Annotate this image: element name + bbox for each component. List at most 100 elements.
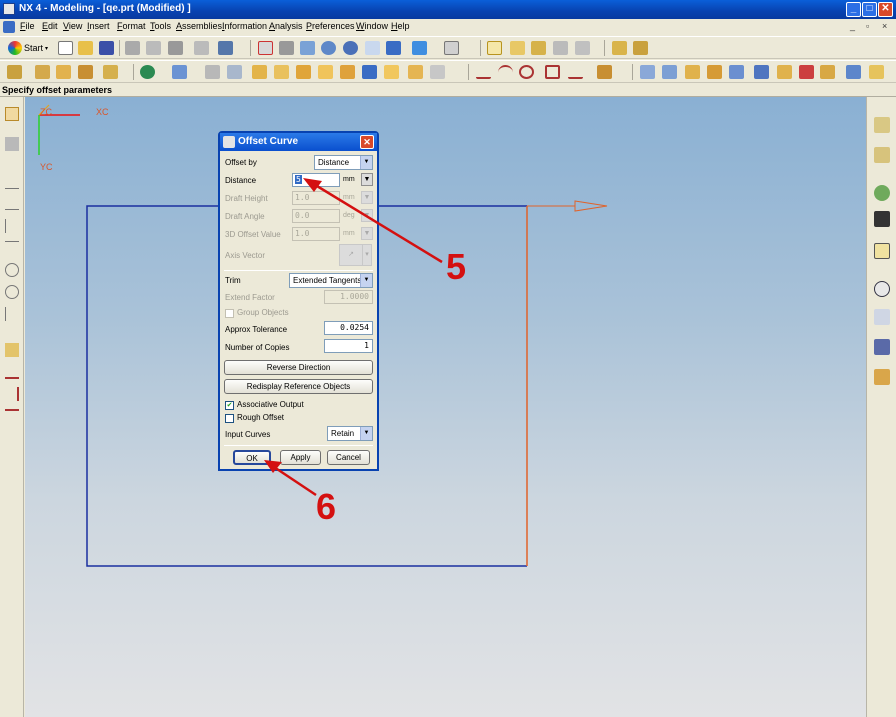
measure-angle-icon[interactable] — [633, 41, 648, 55]
mdi-minimize-button[interactable]: _ — [850, 21, 855, 31]
assembly-navigator-icon[interactable] — [874, 117, 890, 133]
zoom-region-icon[interactable] — [279, 41, 294, 55]
hole-icon[interactable] — [252, 65, 267, 79]
distance-input[interactable]: 5 — [292, 173, 340, 187]
menu-format[interactable]: Format — [117, 21, 146, 31]
trim-body-icon[interactable] — [777, 65, 792, 79]
offset-tool-icon[interactable] — [5, 365, 19, 379]
chamfer-icon[interactable] — [227, 65, 242, 79]
document-icon[interactable] — [3, 21, 15, 33]
point-constructor-icon[interactable] — [531, 41, 546, 55]
menu-tools[interactable]: Tools — [150, 21, 171, 31]
dialog-close-button[interactable]: ✕ — [360, 135, 374, 149]
menu-edit[interactable]: Edit — [42, 21, 58, 31]
zoom-icon[interactable] — [300, 41, 315, 55]
draft-angle-options-button[interactable]: ▼ — [361, 209, 373, 222]
offset-curve-icon[interactable] — [597, 65, 612, 79]
group-objects-checkbox[interactable] — [225, 309, 234, 318]
menu-information[interactable]: Information — [222, 21, 267, 31]
point-tool-icon[interactable] — [5, 307, 19, 321]
redisplay-reference-button[interactable]: Redisplay Reference Objects — [224, 379, 373, 394]
copies-input[interactable]: 1 — [324, 339, 373, 353]
associative-output-checkbox[interactable]: ✔ — [225, 401, 234, 410]
sketch-tool-icon[interactable] — [5, 137, 19, 151]
block-icon[interactable] — [172, 65, 187, 79]
mdi-restore-button[interactable]: ▫ — [866, 21, 869, 31]
input-curves-select[interactable]: Retain ▼ — [327, 426, 373, 441]
minimize-button[interactable]: _ — [846, 2, 861, 17]
menu-insert[interactable]: Insert — [87, 21, 110, 31]
boss-icon[interactable] — [274, 65, 289, 79]
extrude-icon[interactable] — [35, 65, 50, 79]
line-icon[interactable] — [476, 65, 491, 79]
zoom-in-out-icon[interactable] — [321, 41, 336, 55]
surface-icon[interactable] — [729, 65, 744, 79]
vector-dropdown-icon[interactable]: ▾ — [362, 244, 372, 266]
offset-by-select[interactable]: Distance ▼ — [314, 155, 373, 170]
graphics-window[interactable]: ZC XC YC — [25, 97, 866, 717]
save-icon[interactable] — [99, 41, 114, 55]
thicken-icon[interactable] — [820, 65, 835, 79]
unite-icon[interactable] — [140, 65, 155, 79]
maximize-button[interactable]: □ — [862, 2, 877, 17]
distance-options-button[interactable]: ▼ — [361, 173, 373, 186]
arc-tool-icon[interactable] — [5, 219, 19, 233]
pad-icon[interactable] — [318, 65, 333, 79]
draft-angle-input[interactable]: 0.0 — [292, 209, 340, 223]
help-icon[interactable] — [874, 243, 890, 259]
mdi-close-button[interactable]: × — [882, 21, 887, 31]
paste-icon[interactable] — [168, 41, 183, 55]
instance-icon[interactable] — [408, 65, 423, 79]
copy-icon[interactable] — [146, 41, 161, 55]
undo-icon[interactable] — [194, 41, 209, 55]
snap-point-icon[interactable] — [510, 41, 525, 55]
menu-analysis[interactable]: Analysis — [269, 21, 303, 31]
web-browser-icon[interactable] — [874, 185, 890, 201]
menu-assemblies[interactable]: Assemblies — [176, 21, 222, 31]
sketch-icon[interactable] — [7, 65, 22, 79]
selection-icon[interactable] — [218, 41, 233, 55]
polyline-tool-icon[interactable] — [5, 196, 19, 210]
system-materials-icon[interactable] — [874, 309, 890, 325]
through-mesh-icon[interactable] — [662, 65, 677, 79]
line-tool-icon[interactable] — [5, 175, 19, 189]
open-folder-icon[interactable] — [78, 41, 93, 55]
training-icon[interactable] — [874, 211, 890, 227]
swept-surface-icon[interactable] — [685, 65, 700, 79]
selection-filter-icon[interactable] — [575, 41, 590, 55]
wcs-icon[interactable] — [5, 107, 19, 121]
curve-select-icon[interactable] — [487, 41, 502, 55]
apply-button[interactable]: Apply — [280, 450, 321, 465]
cut-icon[interactable] — [125, 41, 140, 55]
pocket-icon[interactable] — [296, 65, 311, 79]
offset-surface-icon[interactable] — [754, 65, 769, 79]
extend-factor-input[interactable]: 1.0000 — [324, 290, 373, 304]
sew-icon[interactable] — [799, 65, 814, 79]
close-button[interactable]: ✕ — [878, 2, 893, 17]
cancel-button[interactable]: Cancel — [327, 450, 370, 465]
edit-surface-icon[interactable] — [846, 65, 861, 79]
draft-height-input[interactable]: 1.0 — [292, 191, 340, 205]
reverse-direction-button[interactable]: Reverse Direction — [224, 360, 373, 375]
groove-icon[interactable] — [362, 65, 377, 79]
mirror-icon[interactable] — [430, 65, 445, 79]
new-file-icon[interactable] — [58, 41, 73, 55]
ellipse-tool-icon[interactable] — [5, 285, 19, 299]
through-curves-icon[interactable] — [640, 65, 655, 79]
edge-blend-icon[interactable] — [205, 65, 220, 79]
part-navigator-icon[interactable] — [874, 147, 890, 163]
bridge-tool-icon[interactable] — [5, 387, 19, 401]
layer-icon[interactable] — [444, 41, 459, 55]
vector-constructor-icon[interactable]: ↗ — [339, 244, 363, 266]
menu-preferences[interactable]: Preferences — [306, 21, 355, 31]
fit-icon[interactable] — [258, 41, 273, 55]
slot-icon[interactable] — [340, 65, 355, 79]
revolve-icon[interactable] — [56, 65, 71, 79]
point-set-icon[interactable] — [5, 343, 19, 357]
measure-distance-icon[interactable] — [612, 41, 627, 55]
rough-offset-checkbox[interactable] — [225, 414, 234, 423]
history-icon[interactable] — [874, 281, 890, 297]
pan-icon[interactable] — [365, 41, 380, 55]
shell-icon[interactable] — [384, 65, 399, 79]
rectangle-icon[interactable] — [545, 65, 560, 79]
